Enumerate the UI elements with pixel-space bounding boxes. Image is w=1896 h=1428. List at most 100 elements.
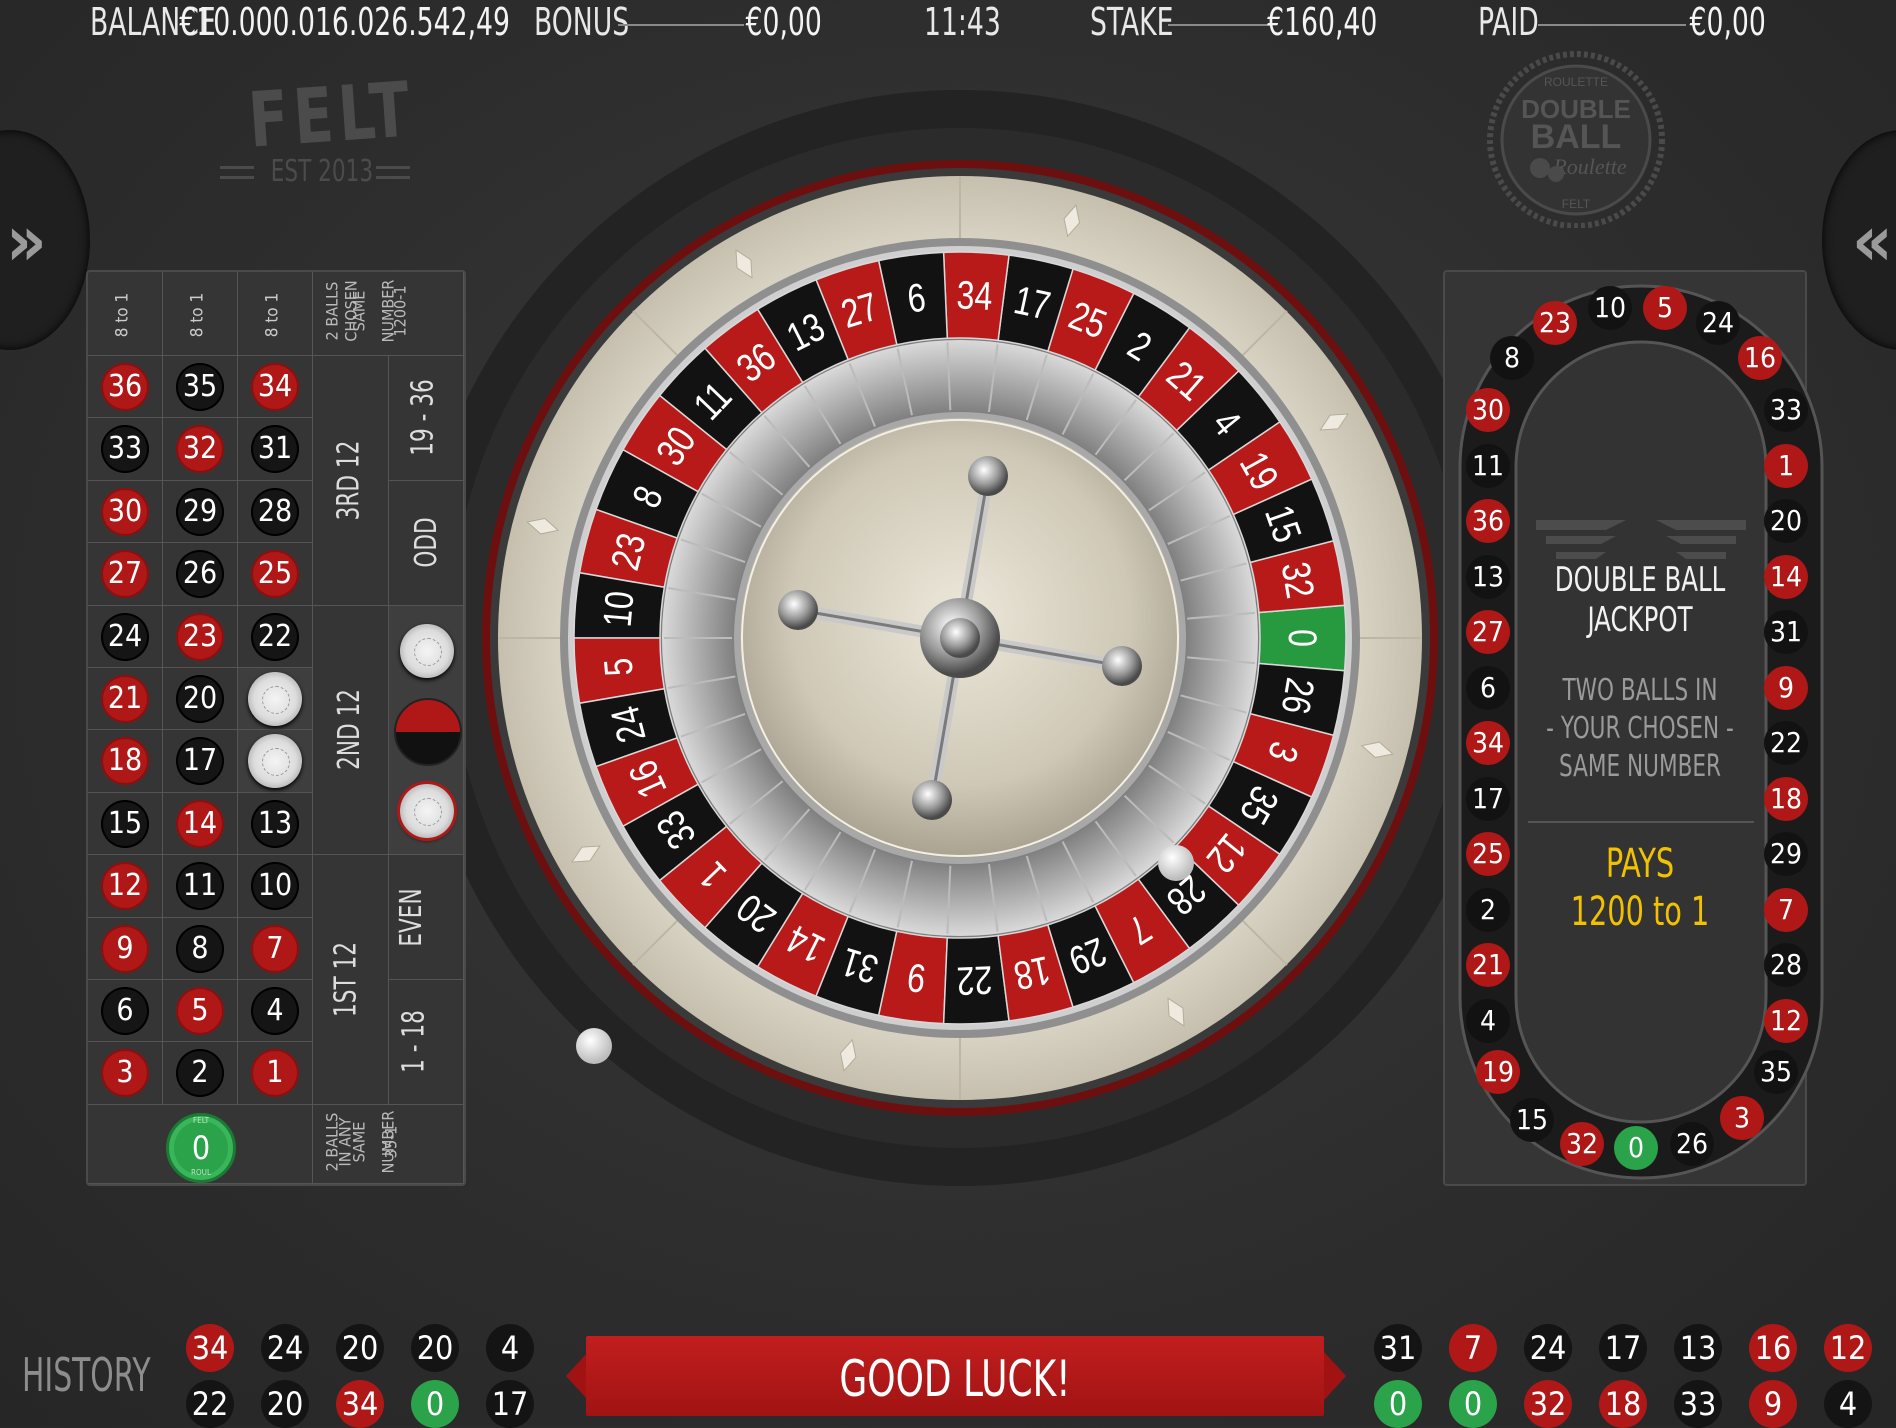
number-cell[interactable]: 9 <box>88 917 163 980</box>
racetrack-number[interactable]: 10 <box>1588 286 1632 330</box>
number-cell[interactable]: 36 <box>88 356 163 419</box>
racetrack-number[interactable]: 1 <box>1764 443 1808 488</box>
number-cell[interactable]: 20 <box>163 668 238 731</box>
zero-number: 0 <box>191 1128 211 1167</box>
number-cell[interactable]: 8 <box>163 917 238 980</box>
racetrack-number[interactable]: 4 <box>1466 998 1510 1043</box>
racetrack-number[interactable]: 16 <box>1738 336 1782 380</box>
racetrack-number[interactable]: 32 <box>1560 1122 1604 1166</box>
number-cell[interactable]: 21 <box>88 668 163 731</box>
open-right-panel-button[interactable]: « <box>1822 130 1896 350</box>
racetrack-number[interactable]: 0 <box>1614 1126 1658 1170</box>
racetrack-number[interactable]: 14 <box>1764 554 1808 599</box>
low-bet-cell[interactable]: 1 - 18 <box>389 980 464 1105</box>
number-cell[interactable]: 29 <box>163 480 238 544</box>
racetrack-number[interactable]: 17 <box>1466 776 1510 821</box>
even-bet-cell[interactable]: EVEN <box>389 855 464 980</box>
racetrack-number[interactable]: 3 <box>1720 1096 1764 1140</box>
number-cell[interactable]: 10 <box>238 855 313 918</box>
racetrack-number[interactable]: 5 <box>1643 286 1687 330</box>
dozen-bet-cell[interactable]: 3RD 12 <box>313 356 389 606</box>
racetrack-number[interactable]: 21 <box>1466 943 1510 987</box>
number-cell[interactable]: 31 <box>238 418 313 481</box>
betting-table: 8 to 1 8 to 1 8 to 1 2 BALLS CHOSEN SAME NUMBE… <box>86 270 466 1186</box>
number-cell[interactable]: 30 <box>88 480 163 544</box>
racetrack-number[interactable]: 22 <box>1764 721 1808 765</box>
number-cell[interactable]: 28 <box>238 480 313 544</box>
number-cell[interactable]: 17 <box>163 730 238 793</box>
racetrack-number[interactable]: 29 <box>1764 832 1808 876</box>
racetrack-number[interactable]: 15 <box>1510 1098 1554 1142</box>
roulette-ball <box>1158 845 1194 881</box>
racetrack-number[interactable]: 25 <box>1466 832 1510 876</box>
number-cell[interactable]: 34 <box>238 356 313 419</box>
number-cell[interactable]: 25 <box>238 543 313 606</box>
placed-chip[interactable] <box>400 783 454 838</box>
number-cell[interactable]: 14 <box>163 792 238 856</box>
number-ball: 34 <box>251 363 299 411</box>
racetrack-number[interactable]: 23 <box>1533 301 1577 345</box>
number-cell[interactable]: 22 <box>238 605 313 668</box>
racetrack-number[interactable]: 35 <box>1754 1050 1798 1094</box>
number-cell[interactable]: 33 <box>88 418 163 481</box>
racetrack-number[interactable]: 2 <box>1466 887 1510 932</box>
racetrack-number[interactable]: 36 <box>1466 499 1510 543</box>
racetrack-number[interactable]: 9 <box>1764 665 1808 710</box>
number-cell[interactable]: 35 <box>163 356 238 419</box>
column-bet-cell[interactable]: 8 to 1 <box>163 272 238 356</box>
two-balls-chosen-bet[interactable]: 2 BALLS CHOSEN SAME NUMBER 1200-1 <box>313 272 464 356</box>
number-cell[interactable]: 12 <box>88 855 163 918</box>
odd-bet-cell[interactable]: ODD <box>389 480 464 606</box>
racetrack-number[interactable]: 11 <box>1466 443 1510 488</box>
racetrack-number[interactable]: 20 <box>1764 499 1808 543</box>
racetrack-number[interactable]: 13 <box>1466 554 1510 599</box>
racetrack-number[interactable]: 7 <box>1764 887 1808 932</box>
number-cell[interactable]: 4 <box>238 980 313 1043</box>
number-cell[interactable]: 6 <box>88 980 163 1043</box>
number-cell[interactable]: 24 <box>88 605 163 668</box>
number-cell[interactable]: 23 <box>163 605 238 668</box>
racetrack-number[interactable]: 24 <box>1696 301 1740 345</box>
number-cell[interactable]: 18 <box>88 730 163 793</box>
placed-chip[interactable] <box>248 734 302 789</box>
dozen-bet-cell[interactable]: 2ND 12 <box>313 605 389 856</box>
racetrack-number[interactable]: 12 <box>1764 998 1808 1043</box>
two-balls-any-bet[interactable]: 2 BALLS IN ANY SAME NUMBER 35-1 <box>313 1104 464 1184</box>
number-cell[interactable]: 32 <box>163 418 238 481</box>
racetrack-number[interactable]: 28 <box>1764 943 1808 987</box>
racetrack-number[interactable]: 19 <box>1476 1050 1520 1094</box>
number-cell[interactable]: 27 <box>88 543 163 606</box>
zero-bet-cell[interactable]: 0 FELT ROUL <box>88 1104 313 1184</box>
racetrack-number[interactable]: 26 <box>1670 1122 1714 1166</box>
high-bet-cell[interactable]: 19 - 36 <box>389 356 464 481</box>
number-cell[interactable]: 5 <box>163 980 238 1043</box>
number-cell[interactable] <box>238 668 313 731</box>
history-number: 4 <box>486 1324 534 1372</box>
number-cell[interactable]: 26 <box>163 543 238 606</box>
number-cell[interactable]: 11 <box>163 855 238 918</box>
number-cell[interactable]: 1 <box>238 1042 313 1105</box>
number-cell[interactable]: 15 <box>88 792 163 856</box>
racetrack-number[interactable]: 30 <box>1466 388 1510 432</box>
column-bet-cell[interactable]: 8 to 1 <box>238 272 313 356</box>
racetrack-number[interactable]: 31 <box>1764 610 1808 654</box>
racetrack-number[interactable]: 18 <box>1764 776 1808 821</box>
racetrack-number[interactable]: 8 <box>1490 336 1534 380</box>
number-cell[interactable]: 13 <box>238 792 313 856</box>
placed-chip[interactable] <box>400 623 454 678</box>
history-number: 0 <box>1374 1380 1422 1428</box>
column-bet-cell[interactable]: 8 to 1 <box>88 272 163 356</box>
racetrack-number[interactable]: 27 <box>1466 610 1510 654</box>
open-left-panel-button[interactable]: » <box>0 130 90 350</box>
number-cell[interactable]: 7 <box>238 917 313 980</box>
racetrack-number[interactable]: 33 <box>1764 388 1808 432</box>
red-black-bet-icon[interactable] <box>394 697 462 766</box>
number-cell[interactable]: 2 <box>163 1042 238 1105</box>
number-cell[interactable]: 3 <box>88 1042 163 1105</box>
dozen-bet-cell[interactable]: 1ST 12 <box>313 855 389 1105</box>
placed-chip[interactable] <box>248 672 302 726</box>
number-cell[interactable] <box>238 730 313 793</box>
racetrack-number[interactable]: 34 <box>1466 721 1510 765</box>
racetrack-number[interactable]: 6 <box>1466 665 1510 710</box>
history-number: 17 <box>1599 1324 1647 1372</box>
